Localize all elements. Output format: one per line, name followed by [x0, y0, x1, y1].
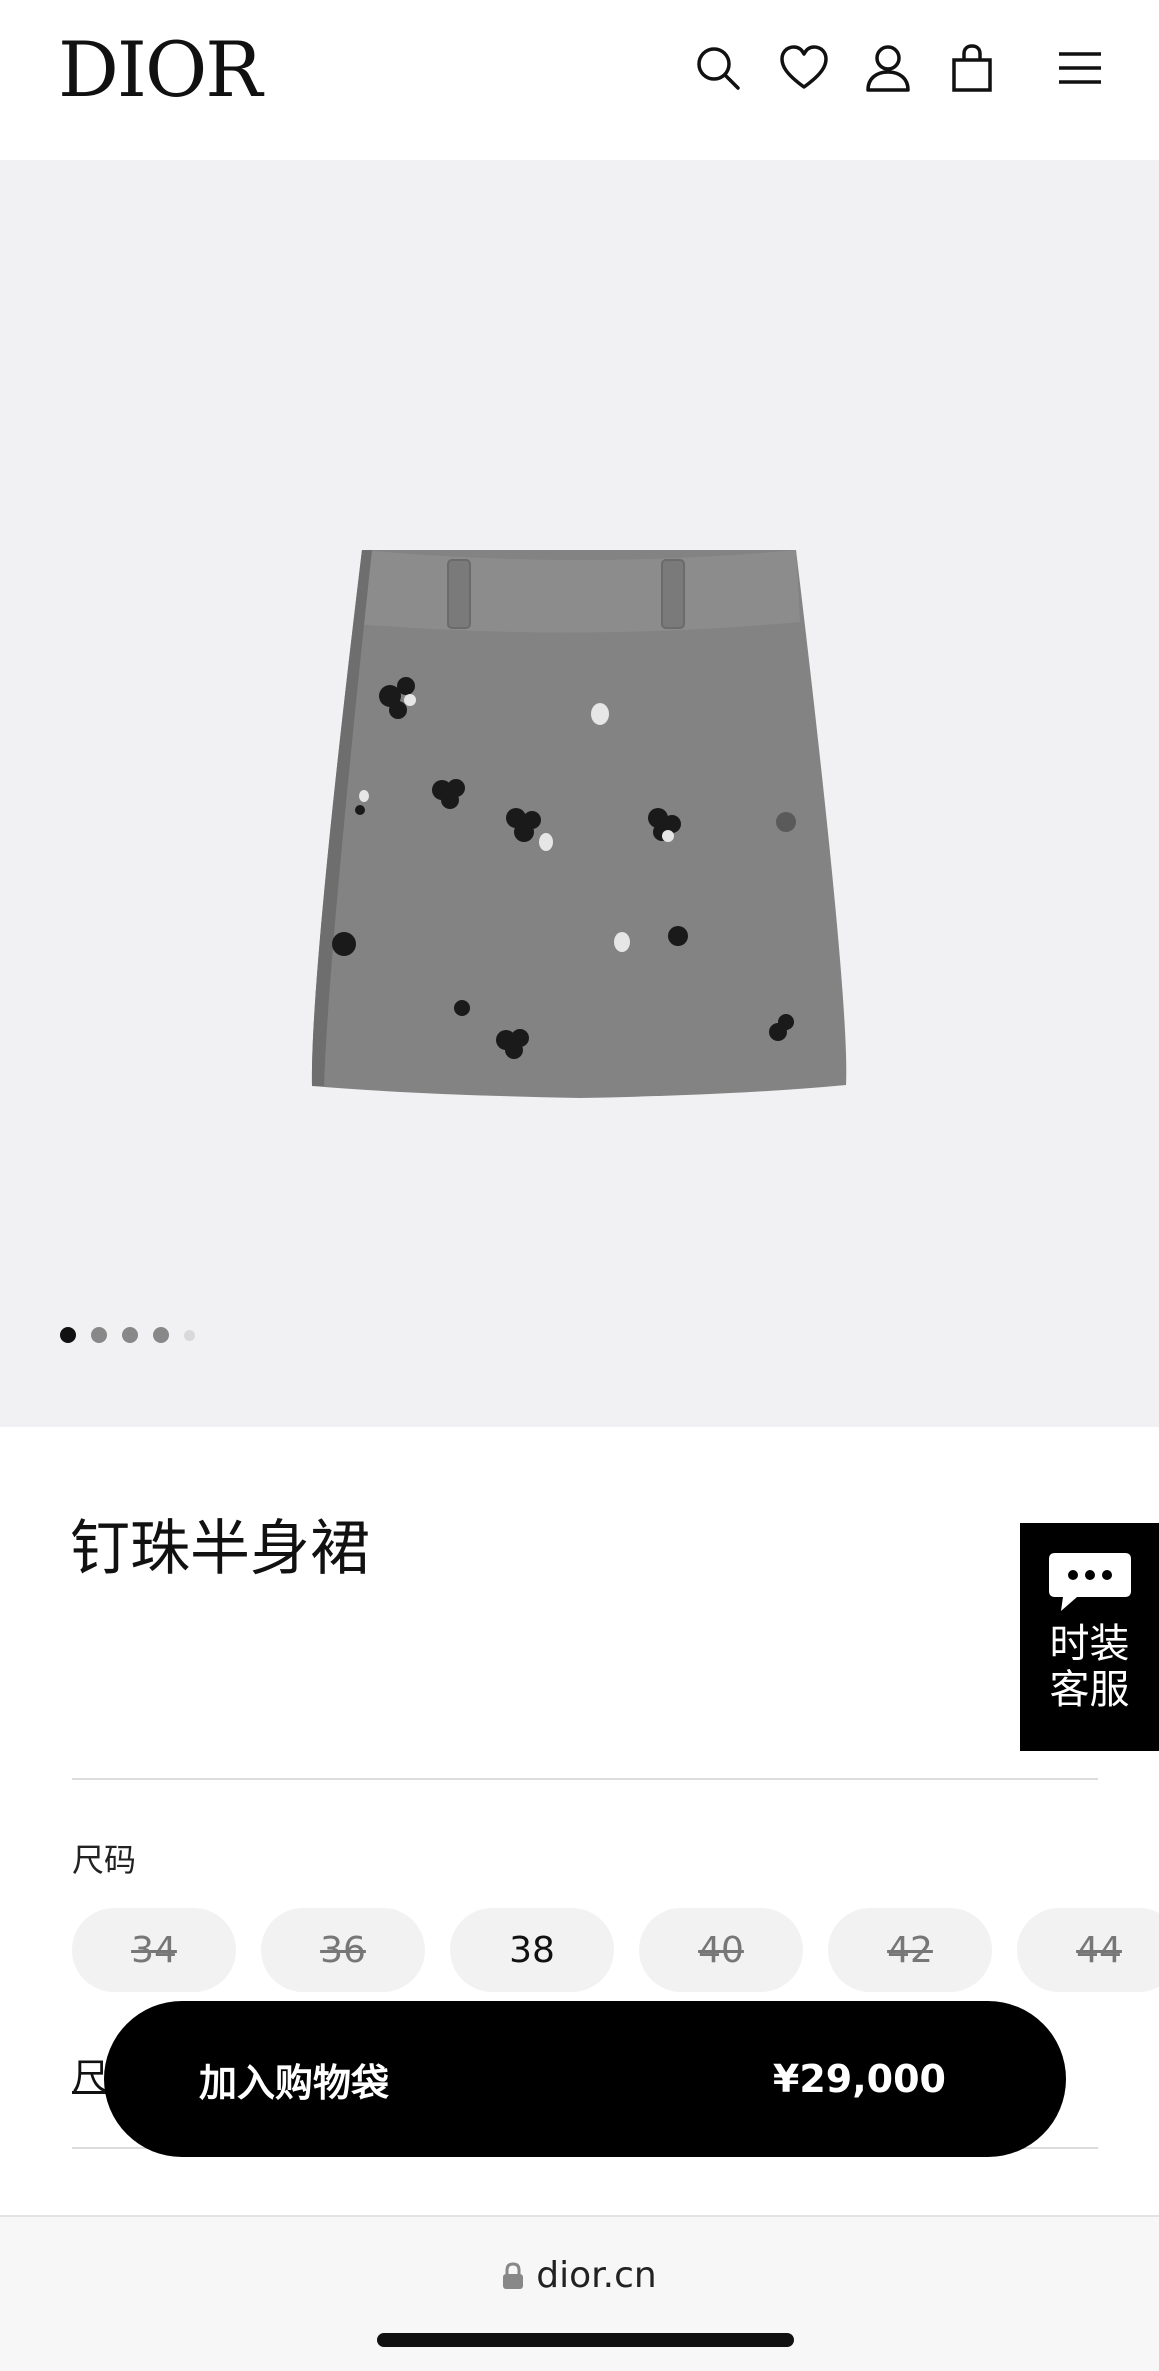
carousel-dot-active[interactable] [60, 1327, 76, 1343]
menu-icon[interactable] [1048, 36, 1112, 100]
browser-address-bar[interactable]: dior.cn [0, 2215, 1159, 2371]
size-option-38[interactable]: 38 [450, 1908, 614, 1992]
header: DIOR [0, 0, 1159, 160]
size-options: 34 36 38 40 42 44 [72, 1908, 1159, 1992]
carousel-dot[interactable] [184, 1329, 195, 1341]
lock-icon [503, 2261, 524, 2289]
price: ¥29,000 [772, 2057, 946, 2101]
home-indicator[interactable] [377, 2333, 794, 2347]
chat-label-line2: 客服 [1049, 1667, 1130, 1713]
add-to-bag-label: 加入购物袋 [199, 2060, 390, 2105]
chat-label-line1: 时装 [1049, 1621, 1130, 1667]
heart-icon[interactable] [772, 36, 836, 100]
size-label: 尺码 [72, 1841, 137, 1879]
account-icon[interactable] [856, 36, 920, 100]
size-option-34[interactable]: 34 [72, 1908, 236, 1992]
size-option-44[interactable]: 44 [1017, 1908, 1159, 1992]
carousel-dot[interactable] [122, 1327, 138, 1343]
size-option-36[interactable]: 36 [261, 1908, 425, 1992]
divider [72, 1778, 1098, 1780]
carousel-dots [60, 1327, 195, 1343]
add-to-bag-button[interactable]: 加入购物袋 ¥29,000 [104, 2001, 1066, 2157]
url-text: dior.cn [536, 2255, 657, 2296]
product-image [311, 550, 847, 1098]
customer-service-chat[interactable]: 时装 客服 [1020, 1523, 1159, 1751]
shopping-bag-icon[interactable] [940, 36, 1004, 100]
search-icon[interactable] [686, 36, 750, 100]
carousel-dot[interactable] [153, 1327, 169, 1343]
size-guide-link[interactable]: 尺 [72, 2048, 108, 2100]
dior-logo[interactable]: DIOR [58, 22, 262, 118]
carousel-dot[interactable] [91, 1327, 107, 1343]
product-title: 钉珠半身裙 [70, 1514, 370, 1584]
product-gallery[interactable] [0, 160, 1159, 1427]
chat-bubble-icon [1048, 1553, 1131, 1611]
size-option-40[interactable]: 40 [639, 1908, 803, 1992]
size-option-42[interactable]: 42 [828, 1908, 992, 1992]
